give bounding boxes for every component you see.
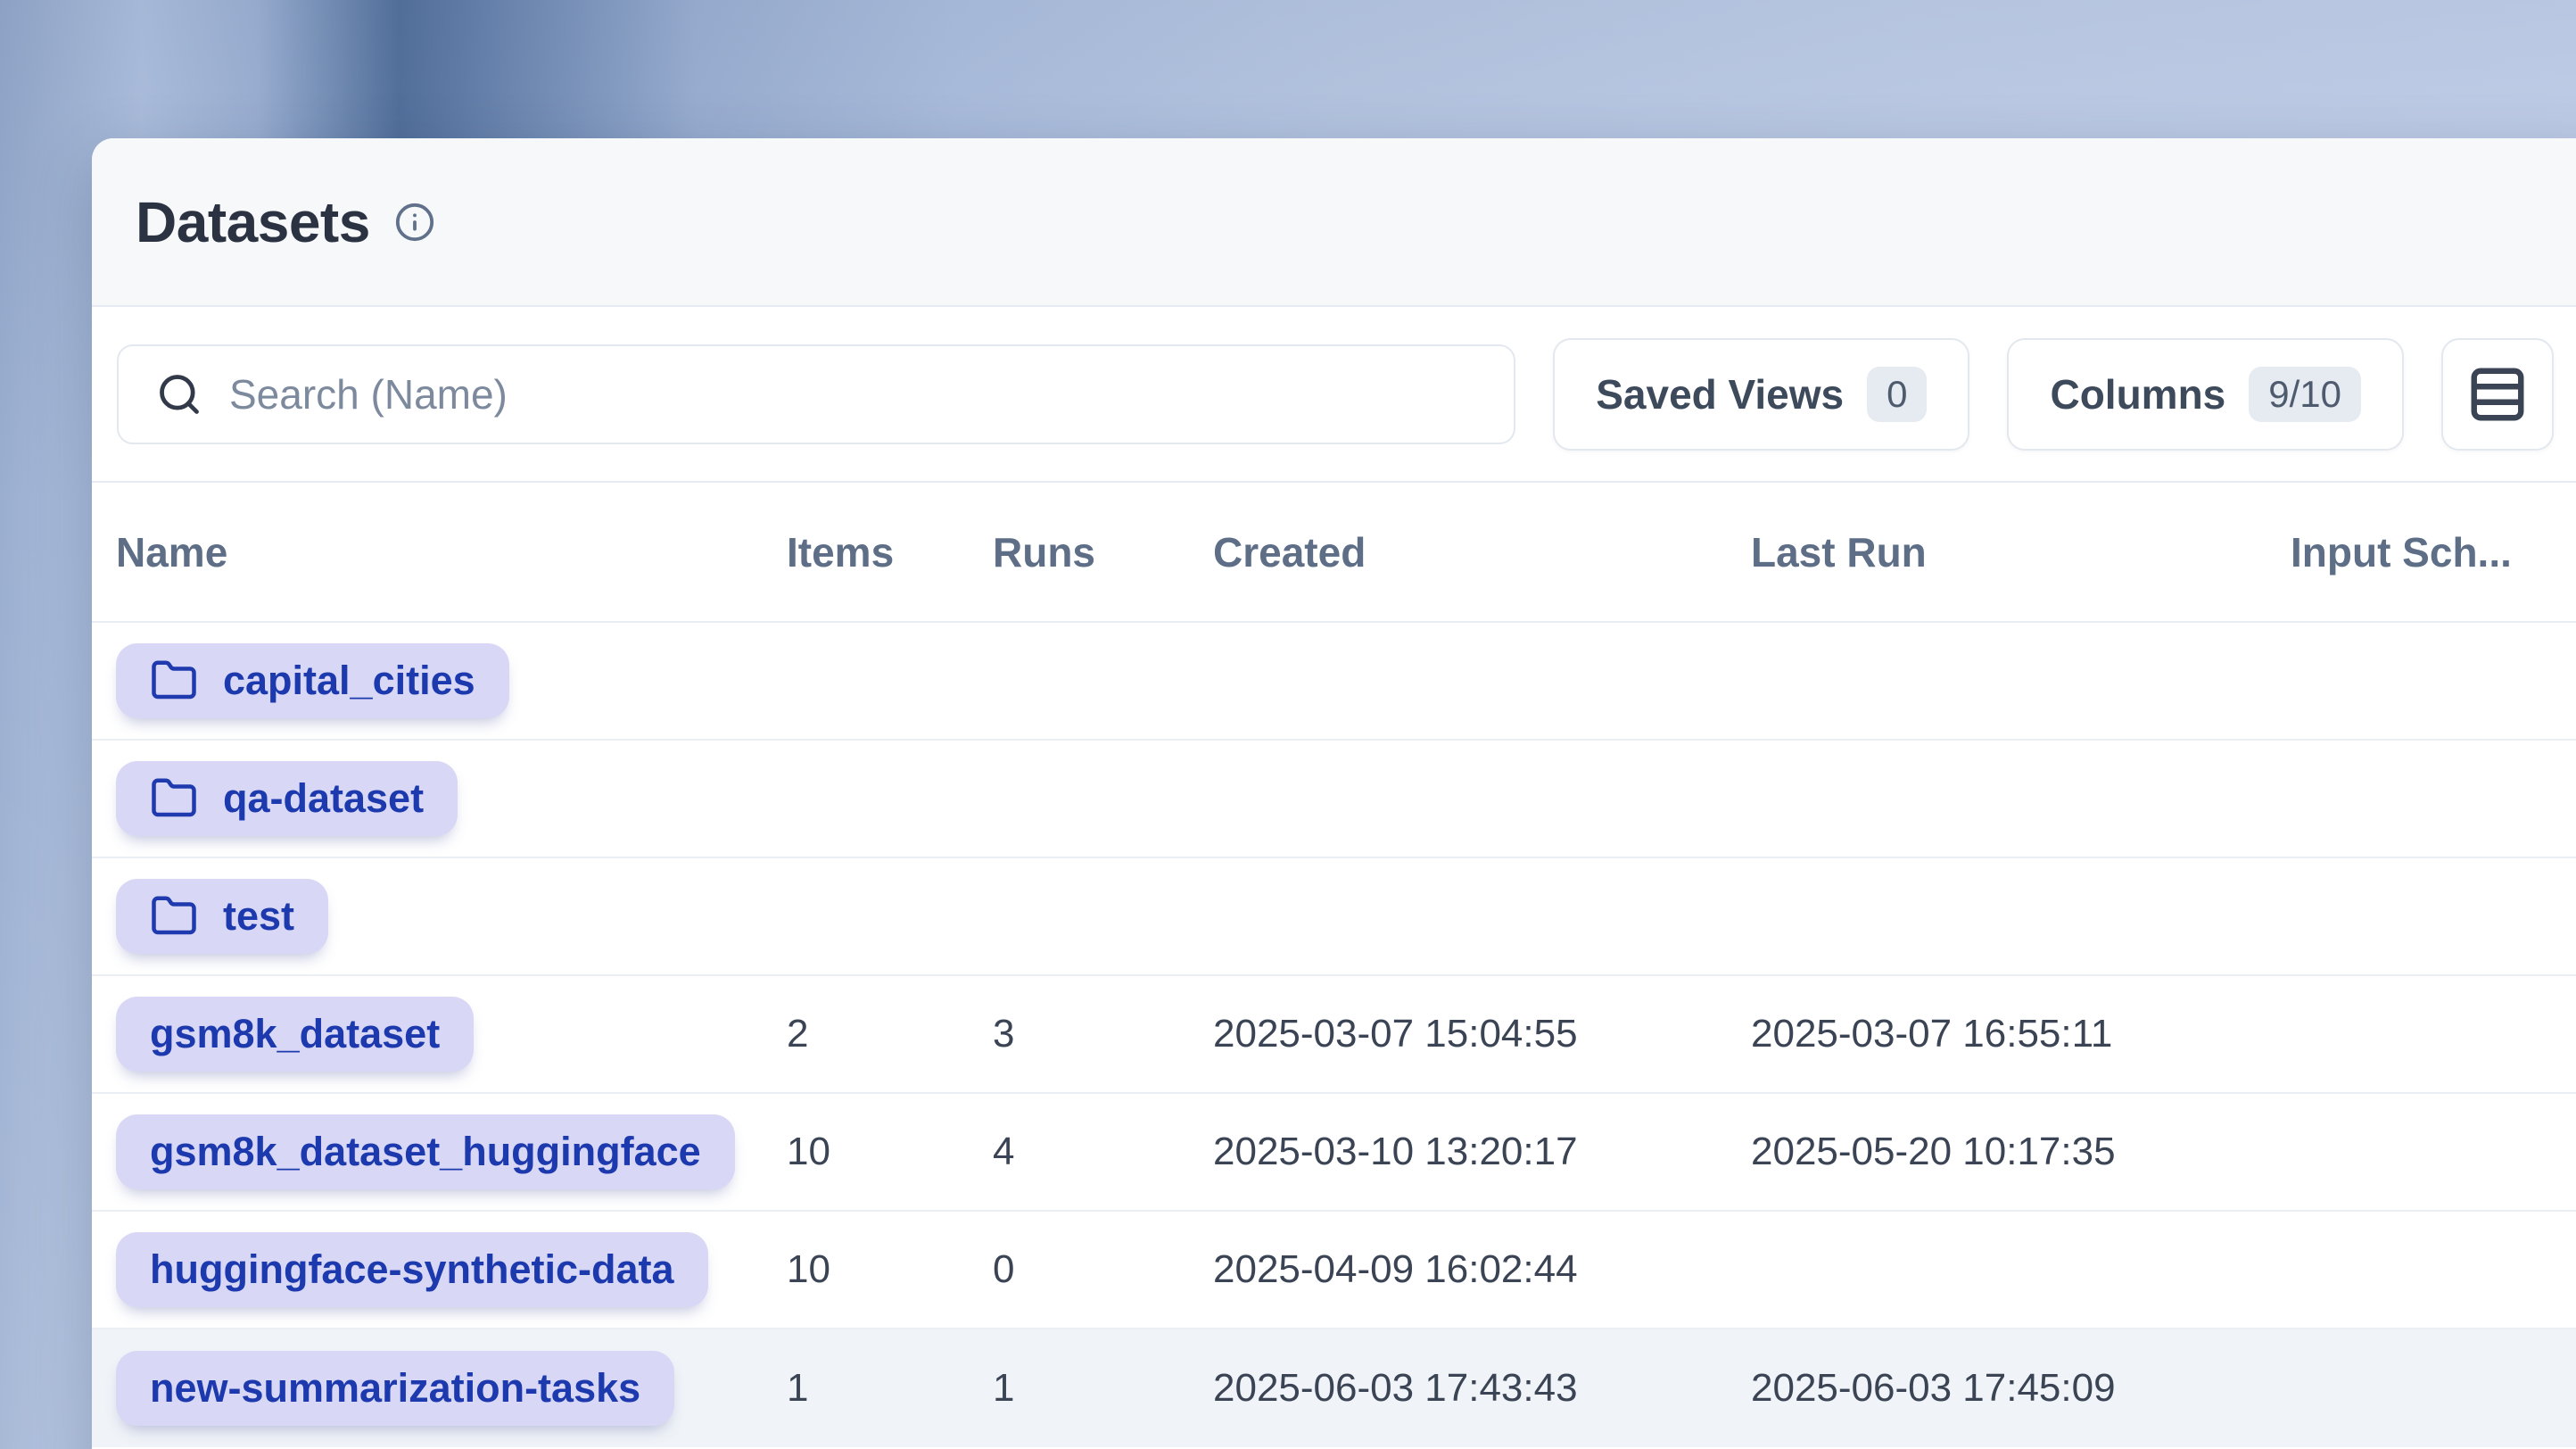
dataset-link[interactable]: gsm8k_dataset_huggingface	[116, 1114, 735, 1189]
column-header-last-run: Last Run	[1751, 528, 2291, 576]
dataset-name: gsm8k_dataset	[150, 1011, 440, 1057]
created-cell: 2025-06-03 17:43:43	[1213, 1366, 1751, 1411]
dataset-name: new-summarization-tasks	[150, 1365, 640, 1412]
saved-views-count-badge: 0	[1867, 367, 1927, 422]
column-header-runs: Runs	[993, 528, 1213, 576]
search-input[interactable]	[229, 370, 1487, 418]
card-header: Datasets	[92, 138, 2576, 307]
table-row[interactable]: new-summarization-tasks 1 1 2025-06-03 1…	[92, 1329, 2576, 1447]
dataset-name: huggingface-synthetic-data	[150, 1246, 674, 1293]
columns-label: Columns	[2050, 370, 2225, 418]
folder-link[interactable]: qa-dataset	[116, 761, 458, 836]
folder-link[interactable]: test	[116, 879, 328, 954]
column-header-items: Items	[787, 528, 993, 576]
runs-cell: 3	[993, 1012, 1213, 1056]
runs-cell: 4	[993, 1130, 1213, 1174]
folder-link[interactable]: capital_cities	[116, 643, 509, 718]
items-cell: 2	[787, 1012, 993, 1056]
folder-name: qa-dataset	[223, 775, 424, 822]
folder-icon	[150, 657, 198, 705]
search-box[interactable]	[117, 344, 1515, 444]
saved-views-button[interactable]: Saved Views 0	[1553, 338, 1969, 451]
folder-icon	[150, 892, 198, 940]
table-row[interactable]: gsm8k_dataset 2 3 2025-03-07 15:04:55 20…	[92, 976, 2576, 1094]
column-header-name: Name	[92, 528, 787, 576]
dataset-link[interactable]: gsm8k_dataset	[116, 997, 474, 1072]
runs-cell: 1	[993, 1366, 1213, 1411]
created-cell: 2025-04-09 16:02:44	[1213, 1247, 1751, 1292]
column-header-created: Created	[1213, 528, 1751, 576]
created-cell: 2025-03-07 15:04:55	[1213, 1012, 1751, 1056]
folder-name: capital_cities	[223, 658, 475, 704]
items-cell: 10	[787, 1130, 993, 1174]
folder-icon	[150, 774, 198, 823]
dataset-name: gsm8k_dataset_huggingface	[150, 1129, 701, 1175]
saved-views-label: Saved Views	[1596, 370, 1844, 418]
dataset-link[interactable]: huggingface-synthetic-data	[116, 1232, 708, 1307]
created-cell: 2025-03-10 13:20:17	[1213, 1130, 1751, 1174]
page-title: Datasets	[136, 189, 370, 255]
last-run-cell: 2025-06-03 17:45:09	[1751, 1366, 2291, 1411]
table-row[interactable]: qa-dataset	[92, 741, 2576, 858]
table-row[interactable]: huggingface-synthetic-data 10 0 2025-04-…	[92, 1212, 2576, 1329]
table-header-row: Name Items Runs Created Last Run Input S…	[92, 483, 2576, 623]
last-run-cell: 2025-05-20 10:17:35	[1751, 1130, 2291, 1174]
folder-name: test	[223, 893, 294, 940]
table-row[interactable]: capital_cities	[92, 623, 2576, 741]
datasets-page: Datasets Saved Views 0 Columns 9/10	[0, 0, 2576, 1449]
columns-button[interactable]: Columns 9/10	[2007, 338, 2404, 451]
items-cell: 10	[787, 1247, 993, 1292]
dataset-link[interactable]: new-summarization-tasks	[116, 1351, 674, 1426]
rows-icon	[2466, 363, 2529, 426]
row-height-button[interactable]	[2441, 338, 2554, 451]
runs-cell: 0	[993, 1247, 1213, 1292]
last-run-cell: 2025-03-07 16:55:11	[1751, 1012, 2291, 1056]
table-row[interactable]: gsm8k_dataset_huggingface 10 4 2025-03-1…	[92, 1094, 2576, 1212]
columns-count-badge: 9/10	[2249, 367, 2361, 422]
toolbar: Saved Views 0 Columns 9/10	[92, 307, 2576, 483]
column-header-input-schema: Input Sch...	[2291, 528, 2576, 576]
info-icon[interactable]	[394, 202, 435, 243]
search-icon	[156, 371, 202, 418]
datasets-card: Datasets Saved Views 0 Columns 9/10	[92, 138, 2576, 1449]
items-cell: 1	[787, 1366, 993, 1411]
table-row[interactable]: test	[92, 858, 2576, 976]
